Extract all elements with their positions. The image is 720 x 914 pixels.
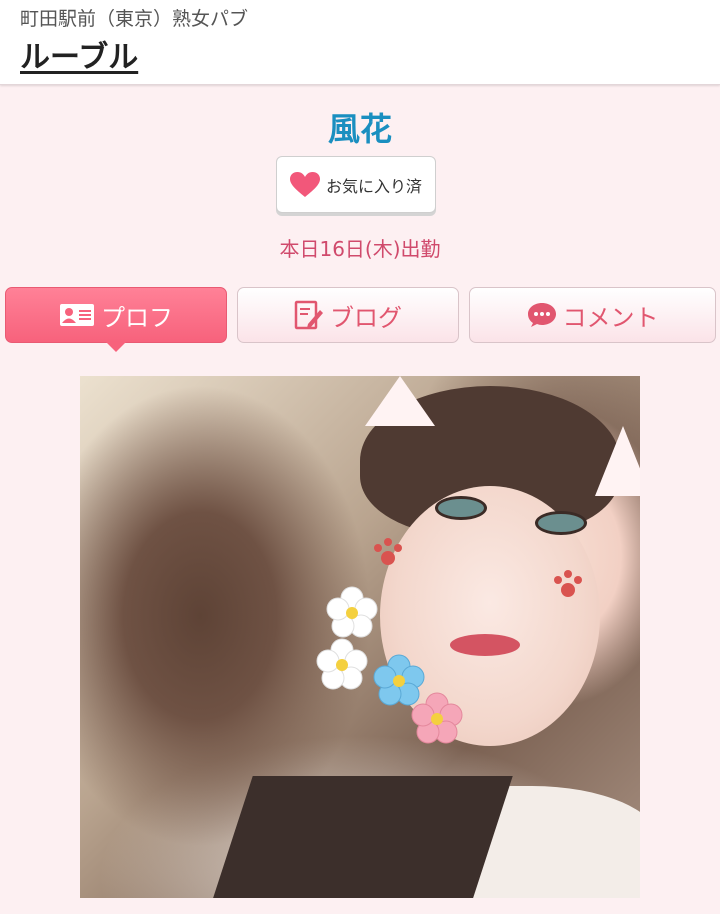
- edit-note-icon: [294, 300, 323, 330]
- tab-blog[interactable]: ブログ: [237, 287, 459, 343]
- attendance-text: 本日16日(木)出勤: [279, 237, 441, 261]
- tab-profile-label: プロフ: [101, 303, 173, 332]
- heart-icon: [289, 171, 320, 197]
- tab-comment[interactable]: コメント: [469, 287, 716, 343]
- shop-location-subtitle: 町田駅前（東京）熟女パブ: [20, 8, 249, 30]
- flower-sticker-icon: [316, 638, 368, 690]
- tab-profile[interactable]: プロフ: [5, 287, 227, 352]
- cat-ear-left: [365, 376, 435, 426]
- tab-blog-label: ブログ: [330, 303, 402, 332]
- favorite-button[interactable]: お気に入り済: [276, 156, 436, 213]
- eye-right: [535, 511, 587, 535]
- girl-name: 風花: [327, 110, 392, 148]
- active-tab-pointer: [106, 342, 126, 352]
- cat-ear-right: [595, 426, 640, 496]
- speech-bubble-icon: [527, 303, 556, 327]
- eye-left: [435, 496, 487, 520]
- paw-sticker-icon: [374, 538, 402, 565]
- favorite-label: お気に入り済: [325, 176, 422, 196]
- site-header: 町田駅前（東京）熟女パブ ルーブル: [0, 0, 720, 85]
- id-card-icon: [60, 304, 94, 326]
- profile-photo: [80, 376, 640, 898]
- lips-shape: [450, 634, 520, 656]
- shop-name-link[interactable]: ルーブル: [20, 32, 138, 76]
- profile-tabs: プロフ ブログ コメント: [0, 287, 720, 357]
- tab-comment-label: コメント: [562, 303, 659, 332]
- flower-sticker-icon: [411, 692, 463, 744]
- jacket-shape: [207, 776, 513, 898]
- paw-sticker-icon: [554, 570, 582, 597]
- flower-sticker-icon: [326, 586, 378, 638]
